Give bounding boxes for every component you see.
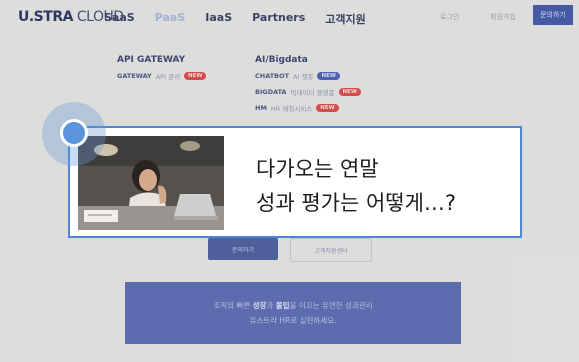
promo-popup-card[interactable]: 다가오는 연말 성과 평가는 어떻게…? [68,126,522,238]
popup-line-2: 성과 평가는 어떻게…? [256,191,457,215]
click-indicator-dot [60,119,88,147]
page-background: U.STRA CLOUD SaaS PaaS IaaS Partners 고객지… [0,0,579,362]
popup-headline: 다가오는 연말 성과 평가는 어떻게…? [256,152,456,220]
popup-line-1: 다가오는 연말 [256,157,379,181]
